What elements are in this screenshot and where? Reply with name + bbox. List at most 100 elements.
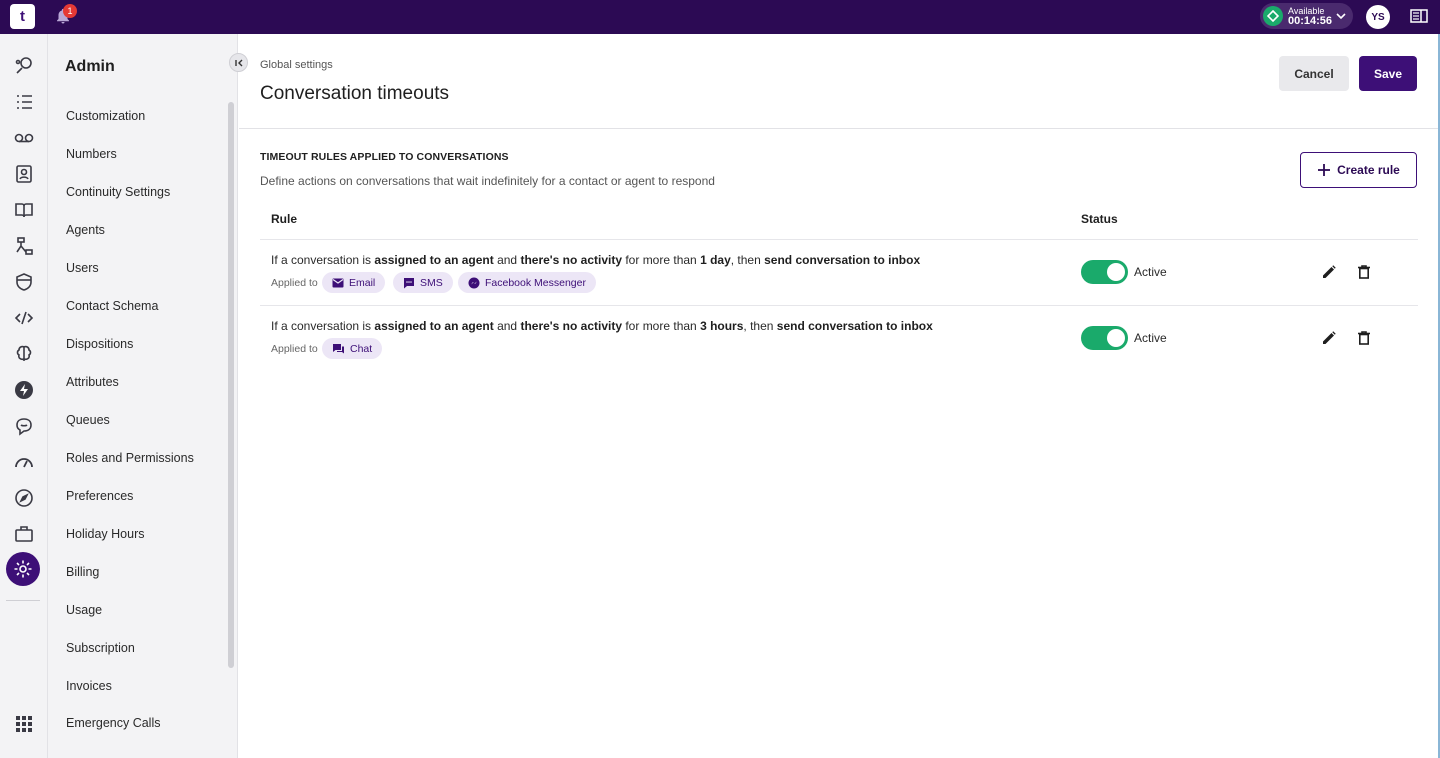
rule-status-label: Active: [1134, 265, 1167, 279]
shield-icon[interactable]: [12, 270, 36, 294]
rule-description: If a conversation is assigned to an agen…: [271, 253, 920, 267]
channel-label: SMS: [420, 276, 443, 289]
top-bar: t 1 Available 00:14:56 YS: [0, 0, 1440, 34]
nav-item-preferences[interactable]: Preferences: [66, 489, 133, 503]
channel-chip-facebook-messenger: Facebook Messenger: [458, 272, 596, 293]
rule-condition-activity: there's no activity: [520, 319, 623, 333]
conversations-icon[interactable]: [12, 54, 36, 78]
edit-rule-icon[interactable]: [1320, 329, 1338, 347]
rule-text-part: , then: [743, 319, 777, 333]
knowledge-base-icon[interactable]: [12, 198, 36, 222]
user-avatar[interactable]: YS: [1366, 5, 1390, 29]
page-title: Conversation timeouts: [260, 83, 450, 104]
voicemail-icon[interactable]: [12, 126, 36, 150]
automation-bolt-icon[interactable]: [12, 378, 36, 402]
delete-rule-icon[interactable]: [1355, 329, 1373, 347]
admin-title: Admin: [65, 58, 115, 75]
create-rule-button[interactable]: Create rule: [1300, 152, 1417, 188]
main-content: Global settings Conversation timeouts Ca…: [239, 34, 1438, 758]
side-panel-toggle-icon[interactable]: [1410, 8, 1428, 24]
rule-text-part: for more than: [622, 319, 701, 333]
nav-item-attributes[interactable]: Attributes: [66, 375, 119, 389]
nav-item-invoices[interactable]: Invoices: [66, 679, 112, 693]
nav-item-customization[interactable]: Customization: [66, 109, 145, 123]
rule-text-part: , then: [730, 253, 765, 267]
rule-text-part: for more than: [622, 253, 701, 267]
channel-label: Email: [349, 276, 376, 289]
collapse-left-icon: [234, 59, 242, 66]
edit-rule-icon[interactable]: [1320, 263, 1338, 281]
column-header-status: Status: [1081, 212, 1118, 226]
rule-status-label: Active: [1134, 331, 1167, 345]
left-rail: [0, 34, 48, 758]
status-timer: 00:14:56: [1288, 15, 1333, 27]
channel-label: Chat: [350, 342, 373, 355]
header-divider: [239, 128, 1438, 129]
dashboard-gauge-icon[interactable]: [12, 450, 36, 474]
toggle-knob: [1107, 329, 1125, 347]
nav-scrollbar[interactable]: [228, 102, 234, 668]
rule-duration: 3 hours: [700, 319, 744, 333]
messenger-icon: [468, 277, 480, 288]
nav-item-agents[interactable]: Agents: [66, 223, 105, 237]
section-description: Define actions on conversations that wai…: [260, 174, 715, 188]
nav-item-continuity-settings[interactable]: Continuity Settings: [66, 185, 170, 199]
rule-action: send conversation to inbox: [764, 253, 921, 267]
toggle-knob: [1107, 263, 1125, 281]
applied-to-label: Applied to: [271, 277, 318, 289]
rule-condition-assignee: assigned to an agent: [374, 319, 494, 333]
section-title: TIMEOUT RULES APPLIED TO CONVERSATIONS: [260, 151, 509, 163]
nav-item-users[interactable]: Users: [66, 261, 99, 275]
nav-item-contact-schema[interactable]: Contact Schema: [66, 299, 158, 313]
email-icon: [332, 278, 344, 287]
workflows-icon[interactable]: [12, 234, 36, 258]
tasks-list-icon[interactable]: [12, 90, 36, 114]
explore-compass-icon[interactable]: [12, 486, 36, 510]
nav-item-subscription[interactable]: Subscription: [66, 641, 135, 655]
briefcase-icon[interactable]: [12, 522, 36, 546]
nav-item-billing[interactable]: Billing: [66, 565, 99, 579]
nav-item-dispositions[interactable]: Dispositions: [66, 337, 133, 351]
rule-status-toggle[interactable]: [1081, 326, 1128, 350]
channel-chip-sms: SMS: [393, 272, 453, 293]
nav-item-queues[interactable]: Queues: [66, 413, 110, 427]
ai-brain-icon[interactable]: [12, 342, 36, 366]
channel-label: Facebook Messenger: [485, 276, 586, 289]
admin-nav: Admin Customization Numbers Continuity S…: [48, 34, 238, 758]
nav-item-holiday-hours[interactable]: Holiday Hours: [66, 527, 145, 541]
sms-icon: [404, 277, 414, 288]
breadcrumb[interactable]: Global settings: [260, 59, 333, 71]
column-header-rule: Rule: [271, 212, 298, 226]
code-icon[interactable]: [12, 306, 36, 330]
app-logo[interactable]: t: [10, 4, 35, 29]
chat-bubble-icon[interactable]: [12, 414, 36, 438]
contacts-icon[interactable]: [12, 162, 36, 186]
cancel-button[interactable]: Cancel: [1279, 56, 1349, 91]
nav-item-usage[interactable]: Usage: [66, 603, 102, 617]
notification-count-badge: 1: [63, 4, 77, 18]
nav-item-roles-and-permissions[interactable]: Roles and Permissions: [66, 451, 194, 465]
agent-status-selector[interactable]: Available 00:14:56: [1260, 3, 1353, 29]
rule-condition-assignee: assigned to an agent: [374, 253, 494, 267]
settings-gear-icon[interactable]: [6, 552, 40, 586]
row-divider: [260, 305, 1418, 306]
apps-grid-icon[interactable]: [12, 712, 36, 736]
rule-condition-activity: there's no activity: [520, 253, 623, 267]
available-status-icon: [1263, 6, 1283, 26]
rule-text-part: and: [493, 319, 521, 333]
rule-text-part: If a conversation is: [271, 253, 375, 267]
collapse-nav-button[interactable]: [229, 53, 248, 72]
rule-action: send conversation to inbox: [776, 319, 933, 333]
rule-description: If a conversation is assigned to an agen…: [271, 319, 933, 333]
rule-text-part: If a conversation is: [271, 319, 375, 333]
rule-text-part: and: [493, 253, 521, 267]
save-button[interactable]: Save: [1359, 56, 1417, 91]
row-divider: [260, 239, 1418, 240]
channel-chip-email: Email: [322, 272, 386, 293]
chevron-down-icon: [1336, 13, 1346, 20]
delete-rule-icon[interactable]: [1355, 263, 1373, 281]
nav-item-numbers[interactable]: Numbers: [66, 147, 117, 161]
logo-text: t: [20, 8, 25, 25]
rule-status-toggle[interactable]: [1081, 260, 1128, 284]
nav-item-emergency-calls[interactable]: Emergency Calls: [66, 716, 160, 730]
